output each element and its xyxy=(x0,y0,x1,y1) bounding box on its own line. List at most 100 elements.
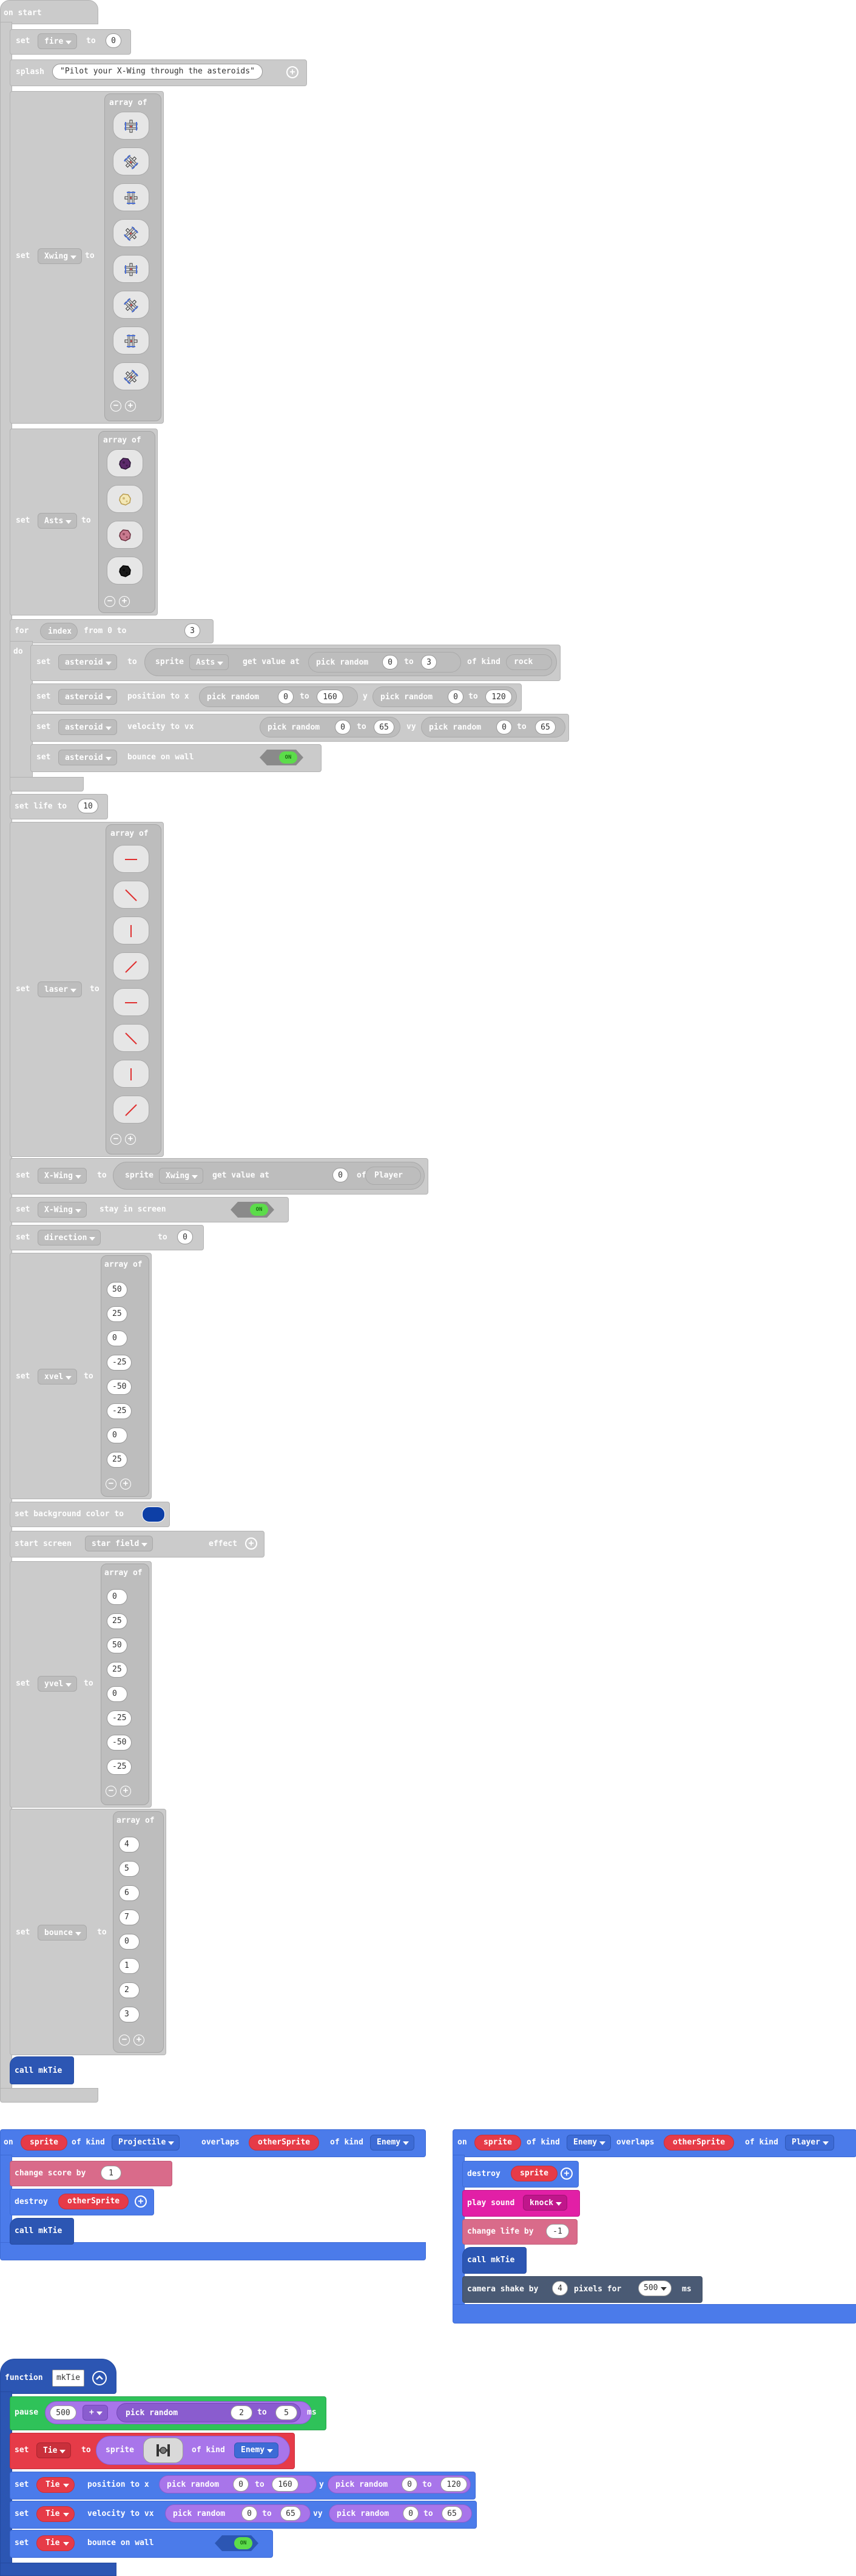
add-item-icon[interactable]: + xyxy=(133,2035,144,2046)
image-slot[interactable] xyxy=(113,1024,149,1052)
image-slot[interactable] xyxy=(113,881,149,909)
loop-to-value[interactable]: 3 xyxy=(184,623,200,638)
array-value[interactable]: 25 xyxy=(107,1662,127,1678)
remove-item-icon[interactable]: − xyxy=(110,401,121,412)
array-value[interactable]: 0 xyxy=(119,1934,140,1950)
sprite-param[interactable]: sprite xyxy=(511,2166,558,2181)
remove-item-icon[interactable]: − xyxy=(106,1479,116,1490)
enemy-kind-dropdown[interactable]: Enemy xyxy=(234,2442,279,2458)
sprite-param[interactable]: sprite xyxy=(474,2135,521,2151)
random-max[interactable]: 120 xyxy=(440,2477,467,2492)
index-value[interactable]: 0 xyxy=(332,1168,348,1182)
add-icon[interactable]: + xyxy=(135,2195,147,2208)
array-value[interactable]: 25 xyxy=(107,1452,127,1468)
image-slot[interactable] xyxy=(113,1096,149,1124)
random-max[interactable]: 3 xyxy=(421,655,437,669)
remove-item-icon[interactable]: − xyxy=(110,1134,121,1145)
random-min[interactable]: 0 xyxy=(382,655,398,669)
var-yvel-dropdown[interactable]: yvel xyxy=(38,1676,78,1692)
image-slot[interactable] xyxy=(107,449,143,477)
add-icon[interactable]: + xyxy=(245,1537,257,1550)
asts-array-dropdown[interactable]: Asts xyxy=(189,654,229,670)
array-value[interactable]: 50 xyxy=(107,1282,127,1298)
var-xwing-player-dropdown[interactable]: X-Wing xyxy=(38,1202,87,1218)
kind-dropdown[interactable]: rock xyxy=(506,654,552,670)
add-item-icon[interactable]: + xyxy=(125,1134,136,1145)
array-value[interactable]: 2 xyxy=(119,1982,140,1998)
image-slot[interactable] xyxy=(113,1060,149,1088)
add-item-icon[interactable]: + xyxy=(120,1786,131,1797)
var-asteroid-dropdown[interactable]: asteroid xyxy=(58,654,117,670)
image-slot[interactable] xyxy=(107,521,143,549)
effect-dropdown[interactable]: star field xyxy=(85,1536,153,1551)
random-max[interactable]: 160 xyxy=(317,690,343,704)
bounce-toggle[interactable]: ON xyxy=(215,2535,258,2551)
collapse-icon[interactable] xyxy=(92,2371,107,2385)
random-max[interactable]: 65 xyxy=(442,2506,462,2521)
life-delta[interactable]: -1 xyxy=(546,2224,569,2239)
image-slot[interactable] xyxy=(113,291,149,319)
random-max[interactable]: 5 xyxy=(275,2405,297,2420)
image-slot[interactable] xyxy=(113,952,149,980)
random-min[interactable]: 0 xyxy=(448,690,463,704)
player-kind-dropdown[interactable]: Player xyxy=(365,1167,421,1185)
shake-amount[interactable]: 4 xyxy=(552,2281,568,2296)
random-min[interactable]: 0 xyxy=(278,690,294,704)
image-slot[interactable] xyxy=(107,557,143,585)
var-asteroid-dropdown[interactable]: asteroid xyxy=(58,719,117,735)
var-xvel-dropdown[interactable]: xvel xyxy=(38,1369,78,1385)
array-value[interactable]: -50 xyxy=(107,1735,132,1751)
array-value[interactable]: -25 xyxy=(107,1759,132,1775)
var-laser-dropdown[interactable]: laser xyxy=(38,981,83,997)
direction-value[interactable]: 0 xyxy=(177,1230,193,1244)
array-value[interactable]: 6 xyxy=(119,1885,140,1901)
array-value[interactable]: 1 xyxy=(119,1958,140,1974)
var-fire-dropdown[interactable]: fire xyxy=(38,33,78,49)
life-value[interactable]: 10 xyxy=(78,799,98,813)
add-item-icon[interactable]: + xyxy=(125,401,136,412)
array-value[interactable]: 0 xyxy=(107,1686,127,1702)
random-min[interactable]: 0 xyxy=(402,2477,417,2492)
array-value[interactable]: 4 xyxy=(119,1837,140,1852)
add-icon[interactable]: + xyxy=(561,2168,573,2180)
random-min[interactable]: 0 xyxy=(241,2506,257,2521)
image-slot[interactable] xyxy=(113,845,149,873)
other-sprite-param[interactable]: otherSprite xyxy=(58,2194,129,2209)
sound-dropdown[interactable]: knock xyxy=(523,2195,568,2211)
random-min[interactable]: 0 xyxy=(496,720,512,734)
image-slot[interactable] xyxy=(113,917,149,944)
random-min[interactable]: 0 xyxy=(335,720,351,734)
image-slot[interactable] xyxy=(113,255,149,283)
tie-var[interactable]: Tie xyxy=(36,2535,75,2551)
var-asteroid-dropdown[interactable]: asteroid xyxy=(58,689,117,705)
random-max[interactable]: 160 xyxy=(272,2477,298,2492)
image-slot[interactable] xyxy=(113,183,149,211)
array-value[interactable]: 25 xyxy=(107,1306,127,1322)
random-max[interactable]: 65 xyxy=(535,720,556,734)
other-sprite-param[interactable]: otherSprite xyxy=(664,2135,735,2151)
var-bounce-dropdown[interactable]: bounce xyxy=(38,1925,87,1940)
array-value[interactable]: -50 xyxy=(107,1379,132,1395)
fire-value[interactable]: 0 xyxy=(106,33,121,48)
enemy-kind-dropdown[interactable]: Enemy xyxy=(567,2135,612,2151)
array-value[interactable]: 0 xyxy=(107,1428,127,1443)
color-swatch[interactable] xyxy=(142,1507,165,1522)
other-sprite-param[interactable]: otherSprite xyxy=(249,2135,320,2151)
random-min[interactable]: 0 xyxy=(403,2506,419,2521)
array-value[interactable]: 7 xyxy=(119,1910,140,1925)
xwing-array-dropdown[interactable]: Xwing xyxy=(159,1168,204,1184)
var-tie-dropdown[interactable]: Tie xyxy=(36,2442,72,2458)
operator-dropdown[interactable]: + xyxy=(83,2405,108,2421)
array-value[interactable]: 3 xyxy=(119,2007,140,2022)
var-asteroid-dropdown[interactable]: asteroid xyxy=(58,750,117,765)
array-value[interactable]: 0 xyxy=(107,1330,127,1346)
var-direction-dropdown[interactable]: direction xyxy=(38,1230,101,1246)
image-slot[interactable] xyxy=(113,988,149,1016)
array-value[interactable]: 50 xyxy=(107,1638,127,1653)
pick-random-block[interactable]: pick random xyxy=(116,2403,301,2422)
image-slot[interactable] xyxy=(113,219,149,247)
var-xwing-dropdown[interactable]: Xwing xyxy=(38,248,83,264)
shake-duration-dropdown[interactable]: 500 xyxy=(638,2280,672,2296)
tie-var[interactable]: Tie xyxy=(36,2477,75,2493)
pause-base-value[interactable]: 500 xyxy=(50,2405,76,2420)
